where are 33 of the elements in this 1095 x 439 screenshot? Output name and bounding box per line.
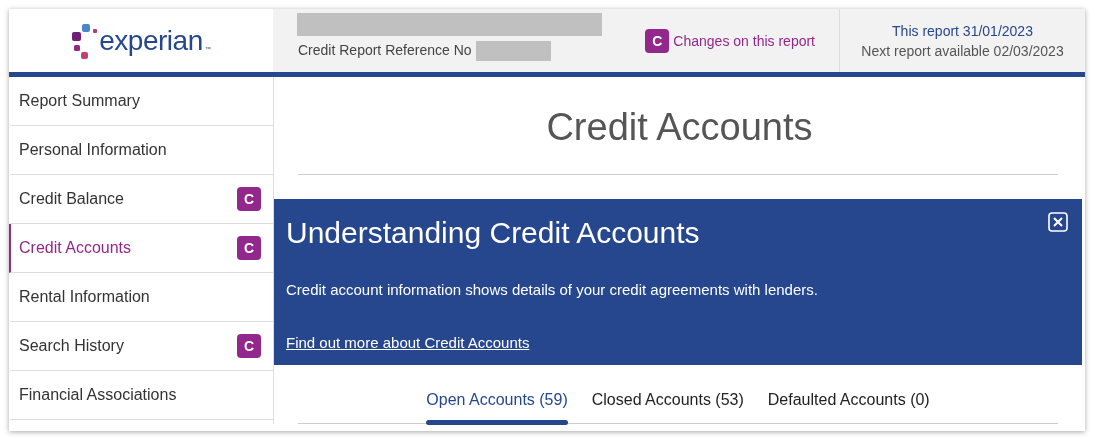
sidebar-item-label: Rental Information: [19, 288, 150, 306]
learn-more-link[interactable]: Find out more about Credit Accounts: [286, 334, 530, 351]
account-tab[interactable]: Open Accounts (59): [426, 389, 568, 425]
sidebar-item[interactable]: Personal Information: [9, 126, 273, 175]
account-tab[interactable]: Defaulted Accounts (0): [767, 389, 930, 425]
close-icon[interactable]: [1048, 212, 1068, 232]
banner-title: Understanding Credit Accounts: [286, 215, 700, 251]
logo-text: experian: [99, 24, 203, 57]
sidebar-item-label: Personal Information: [19, 141, 167, 159]
change-badge: C: [645, 28, 670, 53]
sidebar-item-label: Search History: [19, 337, 124, 355]
sidebar-item[interactable]: Search History C: [9, 322, 273, 371]
sidebar-item[interactable]: Credit Accounts C: [9, 224, 273, 273]
logo-dots-icon: [71, 22, 98, 59]
banner-text: Credit account information shows details of your credit agreements with lenders.: [286, 281, 819, 298]
sidebar-item-label: Credit Balance: [19, 190, 124, 208]
account-tab[interactable]: Closed Accounts (53): [591, 389, 744, 425]
sidebar-item-label: Report Summary: [19, 92, 140, 110]
sidebar-item[interactable]: Rental Information: [9, 273, 273, 322]
changes-link-text: Changes on this report: [673, 32, 815, 49]
change-badge: C: [237, 334, 261, 358]
next-report-date: Next report available 02/03/2023: [861, 42, 1064, 59]
page-title: Credit Accounts: [545, 105, 814, 150]
sidebar-item-label: Credit Accounts: [19, 239, 132, 257]
reference-label: Credit Report Reference No: [297, 41, 472, 60]
sidebar-item-label: Financial Associations: [19, 386, 177, 404]
change-badge: C: [237, 187, 261, 211]
report-date: This report 31/01/2023: [892, 22, 1033, 39]
change-badge: C: [237, 236, 261, 260]
sidebar-item[interactable]: Report Summary: [9, 77, 273, 126]
sidebar-item[interactable]: Financial Associations: [9, 371, 273, 420]
changes-link[interactable]: C Changes on this report: [645, 9, 815, 72]
sidebar-item[interactable]: Credit Balance C: [9, 175, 273, 224]
